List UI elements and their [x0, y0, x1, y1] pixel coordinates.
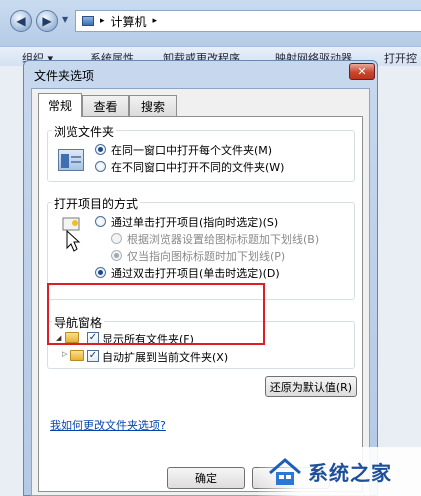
tab-label: 查看 — [93, 99, 118, 114]
ok-label: 确定 — [195, 472, 217, 485]
option-different-window-label[interactable]: 在不同窗口中打开不同的文件夹(W) — [111, 159, 284, 175]
highlight-box — [47, 283, 265, 345]
close-button[interactable]: ✕ — [349, 63, 375, 80]
breadcrumb-computer[interactable]: 计算机 — [111, 13, 147, 30]
close-icon: ✕ — [357, 65, 367, 78]
radio-different-window[interactable] — [95, 161, 106, 172]
back-button[interactable]: ◀ — [10, 10, 32, 32]
forward-button[interactable]: ▶ — [36, 10, 58, 32]
chevron-right-icon: ▸ — [100, 16, 105, 26]
watermark: 系统之家 — [258, 447, 421, 496]
tab-label: 搜索 — [140, 99, 165, 114]
browse-folders-legend: 浏览文件夹 — [52, 123, 117, 140]
check-icon: ✓ — [88, 350, 98, 361]
option-underline-hover-label[interactable]: 仅当指向图标标题时加下划线(P) — [127, 248, 285, 264]
toolbar-open-control[interactable]: 打开控 — [384, 50, 417, 66]
folder-options-dialog: 文件夹选项 ✕ 常规 查看 搜索 浏览文件夹 在同一窗口中打开每个文件夹(M) … — [23, 60, 378, 496]
tab-general[interactable]: 常规 — [38, 93, 82, 117]
dialog-title: 文件夹选项 — [34, 69, 95, 83]
arrow-right-icon: ▶ — [42, 14, 52, 28]
arrow-left-icon: ◀ — [16, 14, 26, 28]
restore-defaults-label: 还原为默认值(R) — [269, 380, 353, 394]
watermark-text: 系统之家 — [308, 461, 392, 485]
radio-single-click[interactable] — [95, 216, 106, 227]
help-link[interactable]: 我如何更改文件夹选项? — [50, 417, 166, 433]
open-items-legend: 打开项目的方式 — [52, 195, 141, 212]
pointer-click-icon — [60, 217, 84, 253]
radio-underline-browser[interactable] — [111, 233, 122, 244]
checkbox-auto-expand[interactable]: ✓ — [87, 350, 99, 362]
tab-search[interactable]: 搜索 — [129, 95, 177, 116]
option-single-click-label[interactable]: 通过单击打开项目(指向时选定)(S) — [111, 214, 278, 230]
radio-underline-hover[interactable] — [111, 250, 122, 261]
option-double-click-label[interactable]: 通过双击打开项目(单击时选定)(D) — [111, 265, 280, 281]
radio-same-window[interactable] — [95, 144, 106, 155]
ok-button[interactable]: 确定 — [167, 467, 245, 489]
restore-defaults-button[interactable]: 还原为默认值(R) — [265, 376, 357, 397]
tab-label: 常规 — [47, 99, 72, 113]
recent-dropdown-icon[interactable]: ▼ — [62, 15, 68, 24]
folder-icon — [70, 350, 84, 361]
tab-view[interactable]: 查看 — [82, 95, 129, 116]
radio-double-click[interactable] — [95, 267, 106, 278]
option-same-window-label[interactable]: 在同一窗口中打开每个文件夹(M) — [111, 142, 272, 158]
house-logo-icon — [268, 457, 302, 487]
browse-window-icon — [58, 149, 84, 171]
option-underline-browser-label[interactable]: 根据浏览器设置给图标标题加下划线(B) — [127, 231, 319, 247]
option-auto-expand-label[interactable]: 自动扩展到当前文件夹(X) — [102, 349, 228, 365]
tree-collapsed-icon: ▷ — [62, 350, 68, 358]
computer-icon — [82, 16, 94, 26]
address-bar[interactable]: ▸ 计算机 ▸ — [75, 10, 421, 32]
chevron-right-icon: ▸ — [152, 16, 158, 26]
